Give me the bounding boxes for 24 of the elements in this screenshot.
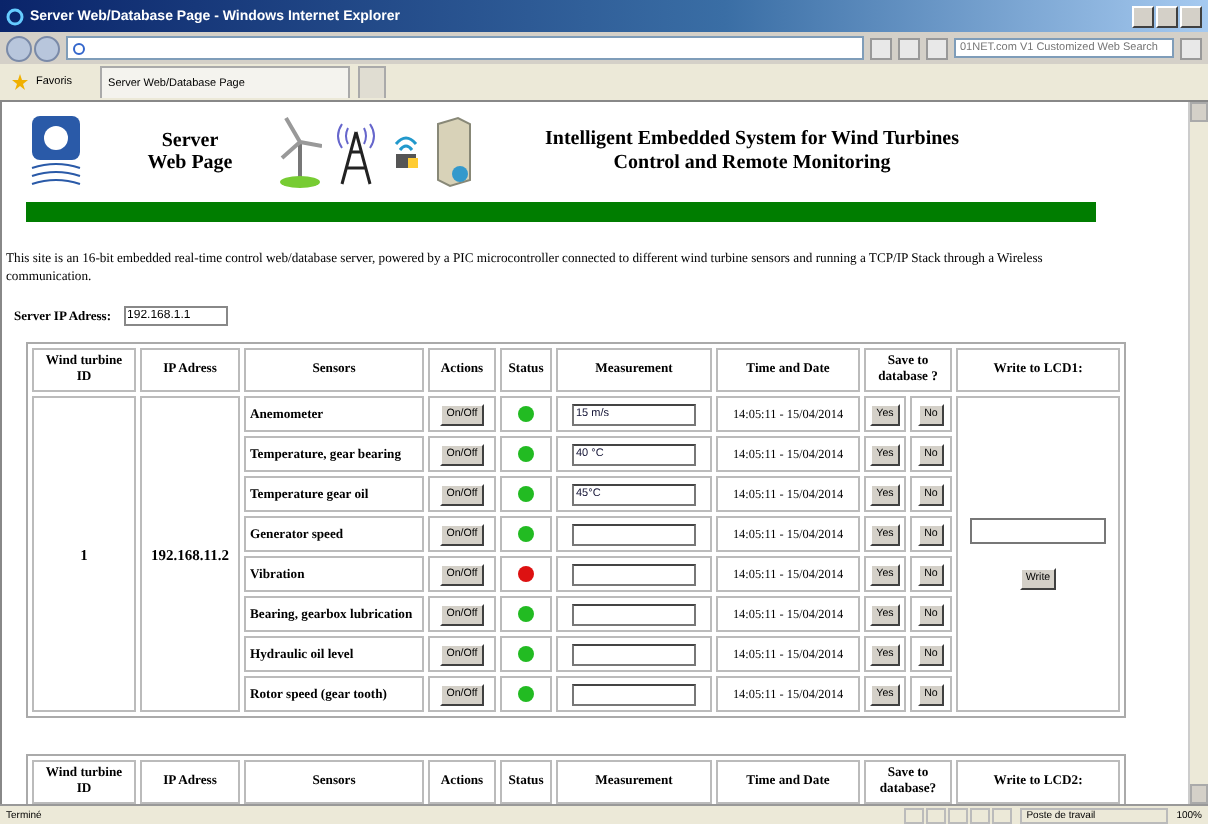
measurement-field[interactable]	[572, 643, 696, 665]
scrollbar[interactable]	[1188, 102, 1208, 804]
measurement-field[interactable]	[572, 683, 696, 705]
browser-icon	[72, 41, 86, 55]
dropdown-button[interactable]	[870, 37, 892, 59]
refresh-button[interactable]	[898, 37, 920, 59]
stop-button[interactable]	[926, 37, 948, 59]
measurement-field[interactable]	[572, 603, 696, 625]
wind-turbine-icon	[278, 114, 322, 190]
star-icon	[12, 74, 28, 90]
search-button[interactable]	[1180, 37, 1202, 59]
close-button[interactable]	[1180, 5, 1202, 27]
measurement-field[interactable]	[572, 563, 696, 585]
browser-icon	[6, 7, 24, 25]
minimize-button[interactable]	[1132, 5, 1154, 27]
forward-button[interactable]	[34, 35, 60, 61]
maximize-button[interactable]	[1156, 5, 1178, 27]
wireless-router-icon	[390, 132, 422, 172]
page-title: Intelligent Embedded System for Wind Turbines Control and Remote Monitoring	[543, 128, 961, 176]
page-subtitle: Server Web Page	[146, 130, 234, 174]
back-button[interactable]	[6, 35, 32, 61]
measurement-field[interactable]	[572, 523, 696, 545]
lcd-text-field[interactable]	[970, 518, 1106, 544]
address-field[interactable]	[66, 36, 864, 60]
